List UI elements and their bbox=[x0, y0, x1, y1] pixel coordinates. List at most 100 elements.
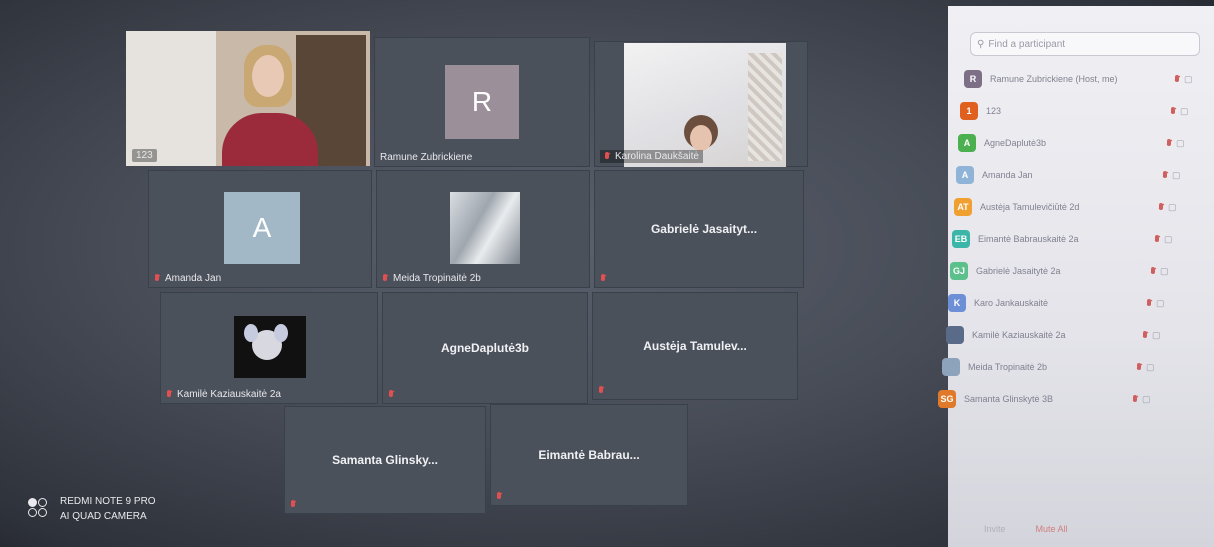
participant-controls[interactable]: ▢ bbox=[1136, 362, 1155, 373]
avatar-initial: R bbox=[969, 74, 977, 84]
participants-panel: ⚲ Find a participant R Ramune Zubrickien… bbox=[938, 6, 1214, 547]
video-off-icon: ▢ bbox=[1146, 362, 1155, 372]
video-tile-kamile[interactable]: Kamilė Kaziauskaitė 2a bbox=[160, 292, 378, 404]
video-tile-123[interactable]: 123 bbox=[126, 31, 370, 166]
participant-controls[interactable]: ▢ bbox=[1146, 298, 1165, 309]
participant-controls[interactable]: ▢ bbox=[1174, 74, 1193, 85]
participant-name: Meida Tropinaitė 2b bbox=[393, 273, 481, 284]
video-tile-karolina[interactable]: Karolina Daukšaitė bbox=[594, 41, 808, 167]
video-tile-samanta[interactable]: Samanta Glinsky... bbox=[284, 406, 486, 514]
participant-avatar: EB bbox=[952, 230, 970, 248]
avatar-initial: A bbox=[961, 170, 969, 180]
avatar-initial: SG bbox=[940, 394, 954, 404]
video-tile-agne[interactable]: AgneDaplutė3b bbox=[382, 292, 588, 404]
participant-name: AgneDaplutė3b bbox=[984, 138, 1047, 148]
participant-name: Samanta Glinskytė 3B bbox=[964, 394, 1054, 404]
participant-video bbox=[624, 43, 786, 167]
video-gallery: 123 R Ramune Zubrickiene Karolina Daukša… bbox=[0, 0, 960, 547]
participant-avatar: K bbox=[948, 294, 966, 312]
participant-avatar bbox=[942, 358, 960, 376]
video-tile-gabriele[interactable]: Gabrielė Jasaityt... bbox=[594, 170, 804, 288]
muted-mic-icon bbox=[1150, 266, 1157, 277]
video-off-icon: ▢ bbox=[1152, 330, 1161, 340]
participant-row[interactable]: GJ Gabrielė Jasaitytė 2a bbox=[950, 260, 1061, 282]
camera-watermark: REDMI NOTE 9 PRO AI QUAD CAMERA bbox=[28, 494, 156, 524]
avatar-initial: A bbox=[252, 212, 272, 243]
participant-row[interactable]: SG Samanta Glinskytė 3B bbox=[938, 388, 1053, 410]
participant-name: Kamilė Kaziauskaitė 2a bbox=[177, 389, 281, 400]
muted-mic-icon bbox=[1170, 106, 1177, 117]
participant-row[interactable]: Meida Tropinaitė 2b bbox=[942, 356, 1047, 378]
participant-row[interactable]: Kamilė Kaziauskaitė 2a bbox=[946, 324, 1066, 346]
video-off-icon: ▢ bbox=[1142, 394, 1151, 404]
video-off-icon: ▢ bbox=[1156, 298, 1165, 308]
participant-avatar: A bbox=[958, 134, 976, 152]
participant-controls[interactable]: ▢ bbox=[1166, 138, 1185, 149]
participant-row[interactable]: AT Austėja Tamulevičiūtė 2d bbox=[954, 196, 1079, 218]
participant-display-name: AgneDaplutė3b bbox=[440, 341, 529, 355]
participant-controls[interactable]: ▢ bbox=[1158, 202, 1177, 213]
participant-display-name: Eimantė Babrau... bbox=[538, 448, 640, 462]
participant-row[interactable]: A AgneDaplutė3b bbox=[958, 132, 1046, 154]
participant-name: Amanda Jan bbox=[982, 170, 1033, 180]
participant-row[interactable]: 1 123 bbox=[960, 100, 1001, 122]
video-tile-eimante[interactable]: Eimantė Babrau... bbox=[490, 404, 688, 506]
video-off-icon: ▢ bbox=[1168, 202, 1177, 212]
participant-search[interactable]: ⚲ Find a participant bbox=[970, 32, 1200, 56]
participant-avatar: AT bbox=[954, 198, 972, 216]
panel-footer: Invite Mute All bbox=[948, 517, 1214, 541]
muted-mic-icon bbox=[388, 390, 395, 400]
video-tile-austeja[interactable]: Austėja Tamulev... bbox=[592, 292, 798, 400]
muted-mic-icon bbox=[598, 386, 605, 396]
video-tile-amanda[interactable]: A Amanda Jan bbox=[148, 170, 372, 288]
muted-mic-icon bbox=[1136, 362, 1143, 373]
muted-mic-icon bbox=[382, 273, 389, 284]
tile-name-label bbox=[598, 386, 605, 396]
tile-name-label: Karolina Daukšaitė bbox=[600, 150, 703, 163]
participant-name: Eimantė Babrauskaitė 2a bbox=[978, 234, 1079, 244]
muted-mic-icon bbox=[1132, 394, 1139, 405]
profile-picture bbox=[234, 316, 306, 378]
participant-name: 123 bbox=[136, 150, 153, 161]
participant-controls[interactable]: ▢ bbox=[1132, 394, 1151, 405]
participant-controls[interactable]: ▢ bbox=[1142, 330, 1161, 341]
participant-avatar: GJ bbox=[950, 262, 968, 280]
search-input[interactable]: Find a participant bbox=[988, 39, 1065, 50]
avatar-initial: R bbox=[471, 86, 493, 117]
tile-name-label bbox=[600, 274, 607, 284]
muted-mic-icon bbox=[1158, 202, 1165, 213]
muted-mic-icon bbox=[600, 274, 607, 284]
watermark-line-2: AI QUAD CAMERA bbox=[60, 511, 147, 522]
participant-name: Ramune Zubrickiene bbox=[380, 152, 473, 163]
avatar-initial: GJ bbox=[952, 266, 965, 276]
participant-row[interactable]: A Amanda Jan bbox=[956, 164, 1033, 186]
participant-controls[interactable]: ▢ bbox=[1150, 266, 1169, 277]
participant-name: Meida Tropinaitė 2b bbox=[968, 362, 1048, 372]
participant-name: Austėja Tamulevičiūtė 2d bbox=[980, 202, 1080, 212]
avatar: A bbox=[224, 192, 300, 264]
tile-name-label: 123 bbox=[132, 149, 157, 162]
watermark-line-1: REDMI NOTE 9 PRO bbox=[60, 496, 156, 507]
participant-controls[interactable]: ▢ bbox=[1162, 170, 1181, 181]
muted-mic-icon bbox=[290, 500, 297, 510]
video-tile-meida[interactable]: Meida Tropinaitė 2b bbox=[376, 170, 590, 288]
mute-all-button[interactable]: Mute All bbox=[1036, 524, 1068, 534]
participant-row[interactable]: K Karo Jankauskaitė bbox=[948, 292, 1048, 314]
participant-name: Gabrielė Jasaitytė 2a bbox=[976, 266, 1061, 276]
participant-controls[interactable]: ▢ bbox=[1154, 234, 1173, 245]
participant-name: Amanda Jan bbox=[165, 273, 222, 284]
participant-row[interactable]: EB Eimantė Babrauskaitė 2a bbox=[952, 228, 1079, 250]
video-tile-ramune[interactable]: R Ramune Zubrickiene bbox=[374, 37, 590, 167]
tile-name-label bbox=[290, 500, 297, 510]
video-off-icon: ▢ bbox=[1164, 234, 1173, 244]
participant-avatar bbox=[946, 326, 964, 344]
participant-row[interactable]: R Ramune Zubrickiene (Host, me) bbox=[964, 68, 1118, 90]
participant-avatar: R bbox=[964, 70, 982, 88]
participant-controls[interactable]: ▢ bbox=[1170, 106, 1189, 117]
tile-name-label: Amanda Jan bbox=[154, 273, 221, 284]
muted-mic-icon bbox=[1166, 138, 1173, 149]
muted-mic-icon bbox=[496, 492, 503, 502]
muted-mic-icon bbox=[604, 151, 611, 162]
video-off-icon: ▢ bbox=[1176, 138, 1185, 148]
invite-button[interactable]: Invite bbox=[984, 524, 1006, 534]
